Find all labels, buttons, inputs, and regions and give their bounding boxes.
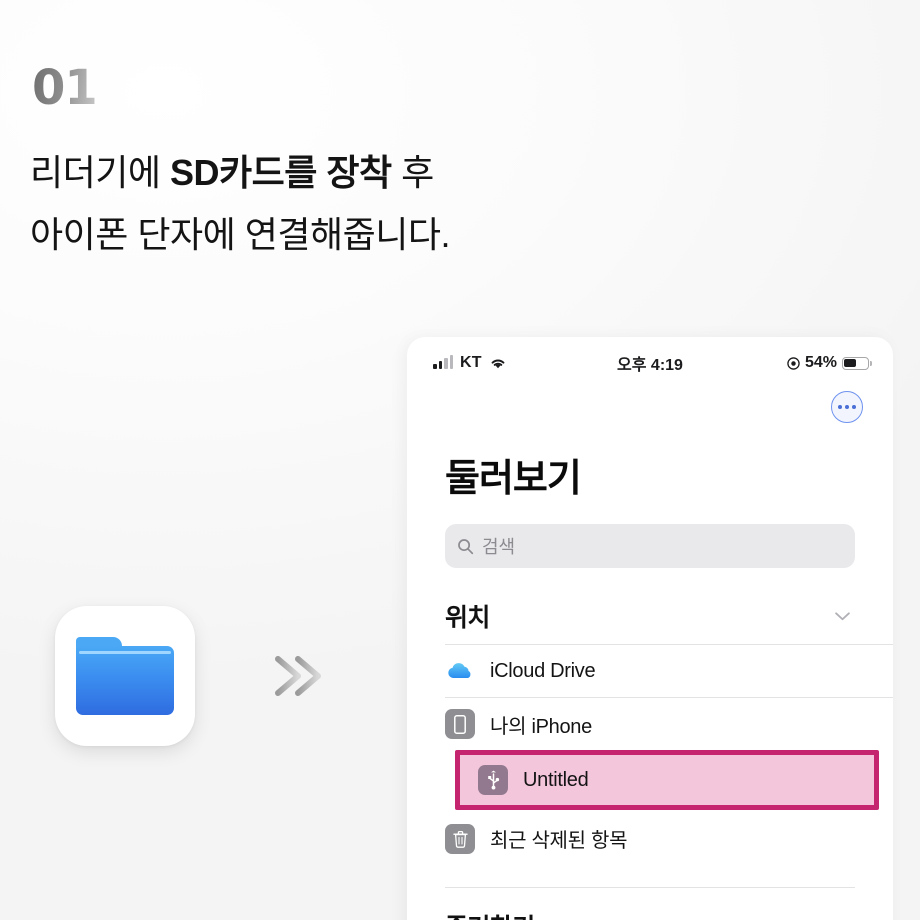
iphone-files-app-screenshot: KT 오후 4:19 54% 둘러보기 검색 위치 iCloud Drive 나… xyxy=(407,337,893,920)
toolbar xyxy=(407,389,893,435)
status-bar-right: 54% xyxy=(787,354,872,372)
icloud-drive-icon xyxy=(445,656,475,686)
section-header-locations[interactable]: 위치 xyxy=(445,598,855,644)
selection-highlight-box: Untitled xyxy=(455,750,879,810)
headline-bold: SD카드를 장착 xyxy=(169,152,392,193)
trash-icon xyxy=(445,823,475,854)
status-bar: KT 오후 4:19 54% xyxy=(407,337,893,389)
battery-fill xyxy=(844,358,857,368)
step-headline: 리더기에 SD카드를 장착 후 아이폰 단자에 연결해줍니다. xyxy=(30,142,590,266)
ellipsis-circle-icon[interactable] xyxy=(831,391,863,423)
double-chevron-right-icon xyxy=(272,645,334,707)
poster-canvas: 01 리더기에 SD카드를 장착 후 아이폰 단자에 연결해줍니다. KT 오후… xyxy=(0,0,920,920)
page-title: 둘러보기 xyxy=(445,458,582,500)
usb-drive-icon xyxy=(478,765,508,795)
locations-list: iCloud Drive 나의 iPhone Untitled 최근 삭제된 항… xyxy=(407,644,893,865)
location-services-icon xyxy=(787,356,800,370)
list-item-untitled[interactable]: Untitled xyxy=(460,755,874,805)
chevron-down-icon[interactable] xyxy=(834,611,851,622)
headline-text-a: 리더기에 xyxy=(30,152,170,193)
section-title: 즐겨찾기 xyxy=(445,908,535,920)
folder-body xyxy=(76,646,174,715)
list-item-label: 나의 iPhone xyxy=(490,715,592,738)
folder-lip xyxy=(79,651,171,654)
section-title: 위치 xyxy=(445,604,490,632)
files-app-icon xyxy=(55,606,195,746)
search-container: 검색 xyxy=(407,502,893,568)
battery-percent-label: 54% xyxy=(804,354,837,371)
folder-icon xyxy=(76,637,174,715)
step-number: 01 xyxy=(32,60,98,116)
headline-line-1: 리더기에 SD카드를 장착 후 xyxy=(30,142,590,204)
list-item[interactable]: 최근 삭제된 항목 xyxy=(445,812,893,865)
headline-text-b: 후 xyxy=(391,152,434,193)
list-item-label: iCloud Drive xyxy=(490,659,596,682)
search-input[interactable]: 검색 xyxy=(445,524,855,568)
section-header-favorites[interactable]: 즐겨찾기 xyxy=(445,887,855,920)
search-placeholder: 검색 xyxy=(482,537,516,557)
list-item[interactable]: 나의 iPhone xyxy=(445,697,893,750)
list-item-label: 최근 삭제된 항목 xyxy=(490,830,628,852)
list-item-label: Untitled xyxy=(523,768,589,791)
list-item[interactable]: iCloud Drive xyxy=(445,644,893,697)
battery-icon xyxy=(842,356,872,370)
iphone-icon xyxy=(445,709,475,739)
search-icon xyxy=(458,538,474,554)
headline-line-2: 아이폰 단자에 연결해줍니다. xyxy=(30,213,450,255)
